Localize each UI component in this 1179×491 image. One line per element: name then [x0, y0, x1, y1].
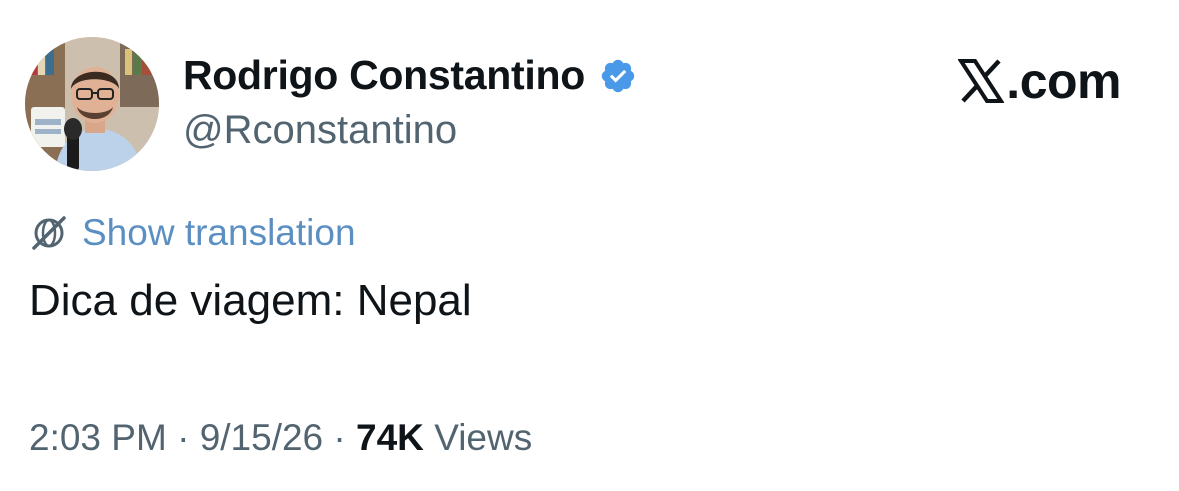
meta-separator: · [177, 417, 190, 458]
author-handle[interactable]: @Rconstantino [183, 108, 457, 153]
tweet-time[interactable]: 2:03 PM [29, 417, 167, 458]
author-name[interactable]: Rodrigo Constantino [183, 52, 637, 99]
x-logo-icon [957, 59, 1005, 103]
site-logo-text: .com [1006, 53, 1121, 109]
author-display-name[interactable]: Rodrigo Constantino [183, 52, 585, 99]
tweet-meta: 2:03 PM · 9/15/26 · 74K Views [29, 417, 532, 459]
site-logo: .com [957, 52, 1121, 110]
globe-slash-icon [30, 214, 68, 252]
avatar[interactable] [25, 37, 159, 171]
tweet-date[interactable]: 9/15/26 [200, 417, 323, 458]
verified-badge-icon [599, 57, 637, 95]
tweet-text: Dica de viagem: Nepal [29, 276, 472, 325]
views-count: 74K [356, 417, 424, 458]
show-translation-row[interactable]: Show translation [30, 212, 356, 254]
meta-separator: · [333, 417, 346, 458]
avatar-image [25, 37, 159, 171]
show-translation-link[interactable]: Show translation [82, 212, 356, 254]
views-label: Views [434, 417, 533, 458]
